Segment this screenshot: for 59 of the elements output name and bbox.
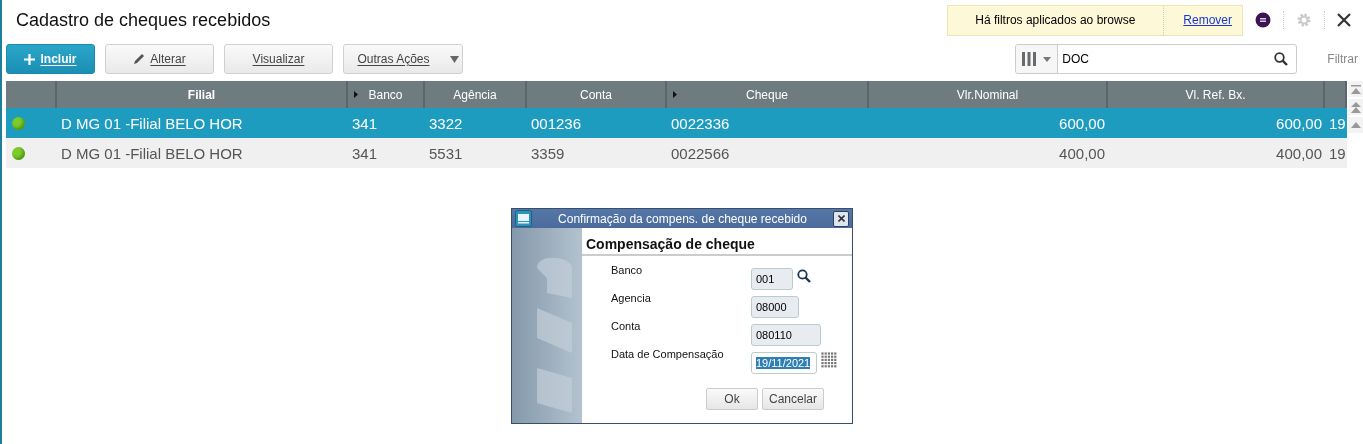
- input-field[interactable]: 08000: [751, 296, 799, 318]
- table-cell: 400,00: [1276, 144, 1322, 162]
- section-heading: Compensação de cheque: [582, 228, 852, 256]
- close-button[interactable]: [833, 210, 849, 227]
- sort-marker-icon: [354, 91, 358, 98]
- close-icon: [837, 215, 845, 222]
- toolbar-button[interactable]: Visualizar: [224, 44, 333, 74]
- field-label: Data de Compensação: [611, 348, 725, 360]
- app-circle-icon[interactable]: [1255, 12, 1271, 28]
- dialog-title: Confirmação da compens. de cheque recebido: [557, 211, 808, 226]
- columns-icon: [1022, 52, 1039, 66]
- table-cell: 5531: [429, 144, 463, 162]
- search-icon[interactable]: [1274, 52, 1289, 66]
- table-cell: 3359: [531, 144, 565, 162]
- table-cell: 600,00: [1276, 114, 1322, 132]
- scroll-top-button[interactable]: [1348, 81, 1363, 97]
- filter-notice-text: Há filtros aplicados ao browse: [948, 5, 1165, 35]
- table-cell: 3322: [429, 114, 463, 132]
- input-field[interactable]: 001: [751, 268, 793, 290]
- table-cell: 19: [1329, 144, 1346, 162]
- caret-icon: [1043, 56, 1052, 62]
- table-cell: 400,00: [1059, 144, 1105, 162]
- window-title: Cadastro de cheques recebidos: [16, 9, 271, 31]
- toolbar-button[interactable]: Alterar: [105, 44, 214, 74]
- input-field[interactable]: 19/11/2021: [751, 352, 817, 374]
- table-cell: D MG 01 -Filial BELO HOR: [61, 144, 243, 162]
- table-cell: D MG 01 -Filial BELO HOR: [61, 114, 243, 132]
- search-bar[interactable]: DOC: [1015, 44, 1298, 74]
- close-icon[interactable]: [1337, 13, 1351, 27]
- dialog-button[interactable]: Ok: [705, 388, 758, 410]
- table-cell: 0022336: [671, 114, 730, 132]
- table-cell: 19: [1329, 114, 1346, 132]
- filter-link[interactable]: Filtrar: [1327, 52, 1358, 66]
- sort-marker-icon: [673, 91, 677, 98]
- dialog-button[interactable]: Cancelar: [761, 388, 824, 410]
- up-arrow-icon: [1351, 122, 1361, 128]
- remove-filters-link[interactable]: Remover: [1164, 13, 1242, 27]
- table-row[interactable]: D MG 01 -Filial BELO HOR 341 5531 3359 0022566 400,00 400,00 19: [6, 138, 1347, 168]
- table-cell: 341: [352, 144, 378, 162]
- input-field[interactable]: 080110: [751, 324, 821, 346]
- field-label: Banco: [611, 264, 644, 276]
- table-cell: 0022566: [671, 144, 730, 162]
- table-cell: 341: [352, 114, 378, 132]
- monitor-icon: [515, 210, 532, 227]
- plus-icon: [24, 53, 36, 65]
- page-up-button[interactable]: [1348, 99, 1363, 115]
- pencil-icon: [133, 53, 146, 65]
- table-cell: 001236: [531, 114, 582, 132]
- search-icon[interactable]: [797, 269, 811, 283]
- double-up-icon: [1351, 101, 1361, 113]
- more-actions-button[interactable]: Outras Ações: [343, 44, 463, 74]
- field-label: Conta: [611, 320, 642, 332]
- scroll-top-icon: [1351, 84, 1361, 94]
- caret-icon: [449, 55, 459, 63]
- column-selector[interactable]: [1016, 45, 1059, 73]
- field-label: Agencia: [611, 292, 652, 304]
- scroll-up-button[interactable]: [1348, 117, 1363, 133]
- table-cell: 600,00: [1059, 114, 1105, 132]
- calendar-icon[interactable]: [821, 352, 837, 368]
